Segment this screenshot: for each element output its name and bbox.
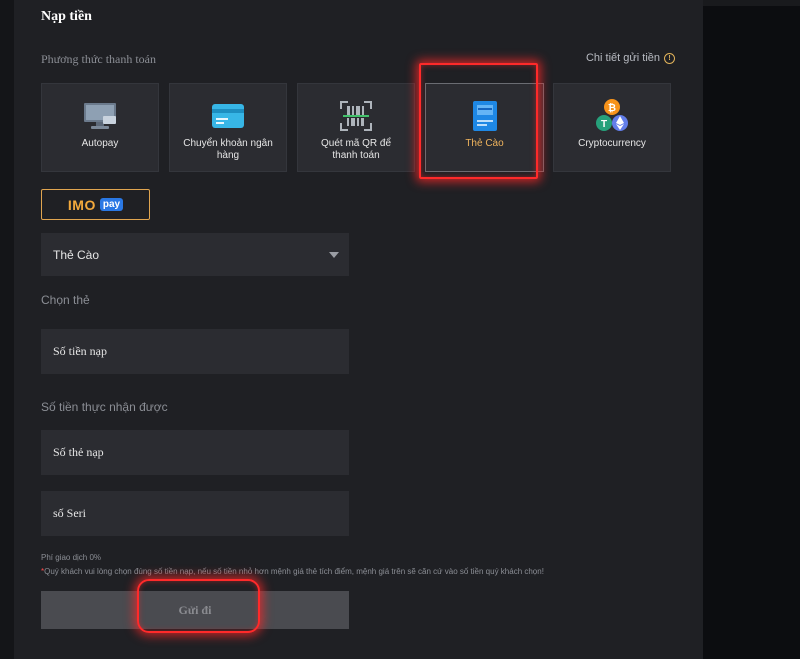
page-title: Nạp tiền (41, 9, 92, 24)
crypto-coins-icon: ₿ T (594, 99, 630, 132)
monitor-icon (83, 100, 117, 132)
method-scratch-card[interactable]: Thẻ Cào (425, 83, 544, 172)
left-edge (0, 0, 14, 659)
method-label: Chuyển khoản ngân hàng (183, 138, 273, 161)
transaction-fee: Phí giao dịch 0% (41, 553, 102, 562)
payment-method-label: Phương thức thanh toán (41, 52, 157, 66)
svg-text:₿: ₿ (608, 102, 616, 114)
amount-placeholder: Số tiền nạp (53, 344, 107, 358)
deposit-panel: Nạp tiền Phương thức thanh toán Chi tiết… (14, 0, 703, 659)
choose-card-label: Chọn thẻ (41, 293, 90, 307)
method-label: Autopay (81, 138, 119, 149)
card-number-placeholder: Số thẻ nạp (53, 445, 104, 459)
method-qr-scan[interactable]: Quét mã QR để thanh toán (297, 83, 415, 172)
info-icon: ! (664, 52, 675, 64)
right-top-bar (703, 0, 800, 6)
method-label: Thẻ Cào (465, 138, 504, 149)
method-cryptocurrency[interactable]: ₿ T Cryptocurrency (553, 83, 671, 172)
provider-name: IMO (67, 196, 96, 213)
notice-body: Quý khách vui lòng chọn đúng số tiền nạp… (44, 567, 544, 576)
card-number-input[interactable]: Số thẻ nạp (41, 430, 349, 475)
amount-input[interactable]: Số tiền nạp (41, 329, 349, 374)
method-bank-transfer[interactable]: Chuyển khoản ngân hàng (169, 83, 287, 172)
submit-label: Gửi đi (178, 602, 212, 617)
svg-text:T: T (601, 119, 607, 130)
right-background (703, 0, 800, 659)
imo-pay-provider[interactable]: IMO pay (41, 189, 150, 220)
received-amount-label: Số tiền thực nhận được (41, 400, 168, 414)
method-label: Cryptocurrency (578, 138, 646, 149)
method-autopay[interactable]: Autopay (41, 83, 159, 172)
qr-scan-icon (339, 100, 373, 132)
card-type-value: Thẻ Cào (53, 247, 100, 262)
card-type-select[interactable]: Thẻ Cào (41, 233, 349, 276)
notice-text: *Quý khách vui lòng chọn đúng số tiền nạ… (41, 567, 544, 576)
serial-input[interactable]: số Seri (41, 491, 349, 536)
bank-card-icon (211, 100, 245, 132)
provider-badge: pay (99, 198, 124, 211)
deposit-detail-label: Chi tiết gửi tiền (585, 52, 660, 64)
method-label: Quét mã QR để thanh toán (320, 138, 392, 161)
submit-button[interactable]: Gửi đi (41, 591, 349, 629)
deposit-detail-link[interactable]: Chi tiết gửi tiền ! (586, 52, 675, 64)
scratch-card-icon (472, 100, 498, 132)
serial-placeholder: số Seri (53, 506, 86, 520)
chevron-down-icon (329, 252, 339, 258)
